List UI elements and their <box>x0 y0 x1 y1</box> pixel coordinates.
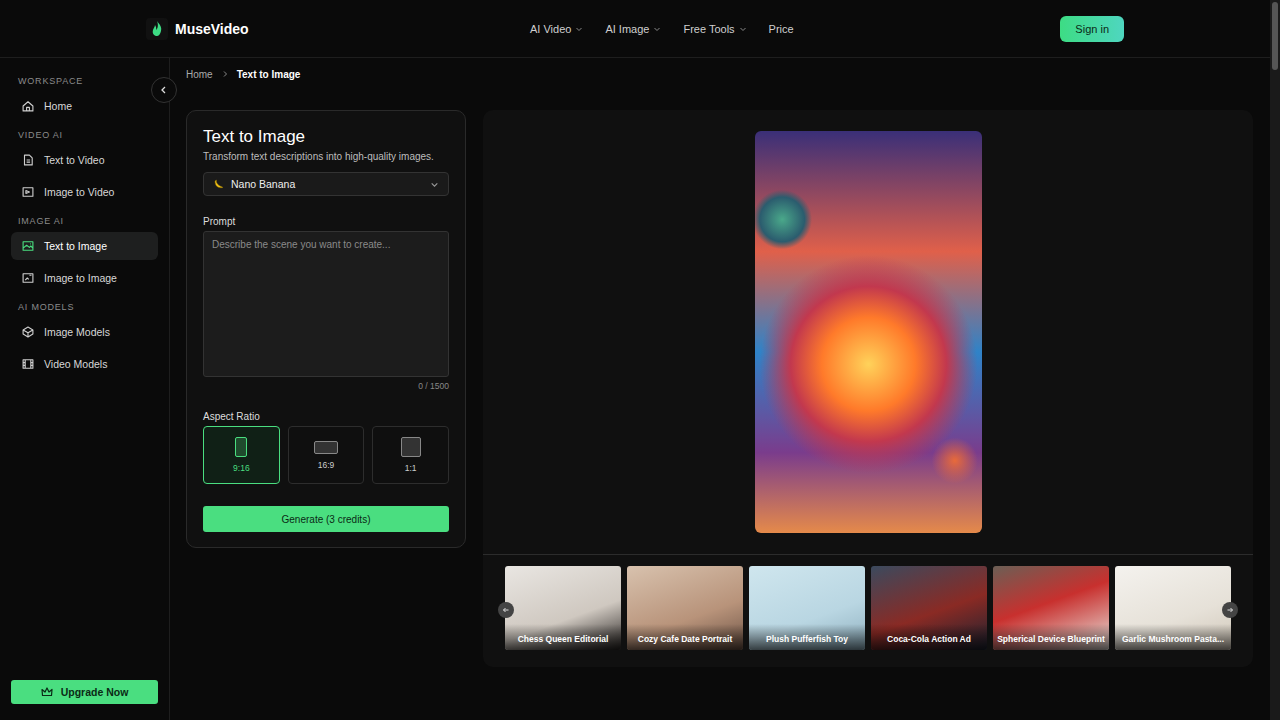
chevron-left-icon <box>159 85 169 95</box>
menu-icon <box>21 357 35 371</box>
brand-logo[interactable]: MuseVideo <box>146 18 446 40</box>
aspect-ratio-label: Aspect Ratio <box>203 411 449 422</box>
generator-form: Text to Image Transform text descriptions… <box>186 110 466 548</box>
section-title: WORKSPACE <box>11 76 158 86</box>
preview-image-area <box>483 131 1253 533</box>
preview-panel: Chess Queen EditorialCozy Cafe Date Port… <box>483 110 1253 667</box>
banana-icon <box>213 178 225 190</box>
aspect-ratio-option[interactable]: 9:16 <box>203 426 280 484</box>
ratio-shape-icon <box>314 441 338 454</box>
example-label: Spherical Device Blueprint <box>993 624 1109 650</box>
nav-item[interactable]: AI Video <box>530 23 583 35</box>
chevron-down-icon <box>653 25 661 33</box>
menu-icon <box>21 325 35 339</box>
page: MuseVideo AI Video AI Image Free Tools Price… <box>0 0 1270 720</box>
example-card[interactable]: Garlic Mushroom Pasta... <box>1115 566 1231 650</box>
sidebar-item[interactable]: Text to Video <box>11 146 158 174</box>
chevron-right-icon <box>221 70 229 78</box>
main-area: Home Text to Image Text to Image Transform … <box>170 58 1270 720</box>
example-card[interactable]: Coca-Cola Action Ad <box>871 566 987 650</box>
menu-icon <box>21 185 35 199</box>
sidebar-item[interactable]: Home <box>11 92 158 120</box>
sidebar-item[interactable]: Image to Video <box>11 178 158 206</box>
sidebar-section: AI MODELS Image Models Video Models <box>11 302 158 382</box>
model-select[interactable]: Nano Banana <box>203 172 449 196</box>
example-card[interactable]: Spherical Device Blueprint <box>993 566 1109 650</box>
sidebar-item[interactable]: Video Models <box>11 350 158 378</box>
menu-icon <box>21 153 35 167</box>
sidebar-item[interactable]: Image Models <box>11 318 158 346</box>
breadcrumb: Home Text to Image <box>186 66 1253 82</box>
sidebar-item[interactable]: Text to Image <box>11 232 158 260</box>
aspect-ratio-options: 9:1616:91:1 <box>203 426 449 484</box>
example-card[interactable]: Cozy Cafe Date Portrait <box>627 566 743 650</box>
crown-icon <box>41 686 53 698</box>
breadcrumb-item[interactable]: Home <box>186 69 213 80</box>
nav-item[interactable]: AI Image <box>605 23 661 35</box>
nav-item[interactable]: Price <box>769 23 794 35</box>
prompt-input[interactable] <box>203 231 449 377</box>
next-button[interactable] <box>1222 602 1238 618</box>
section-title: IMAGE AI <box>11 216 158 226</box>
menu-icon <box>21 271 35 285</box>
preview-image <box>755 131 982 533</box>
menu-icon <box>21 239 35 253</box>
workspace: WORKSPACE Home VIDEO AI Text to Video Image … <box>0 58 1270 720</box>
sidebar-item[interactable]: Image to Image <box>11 264 158 292</box>
scroll-thumb[interactable] <box>1272 2 1278 70</box>
sidebar-section: IMAGE AI Text to Image Image to Image <box>11 216 158 296</box>
chevron-down-icon <box>575 25 583 33</box>
section-title: VIDEO AI <box>11 130 158 140</box>
aspect-ratio-option[interactable]: 1:1 <box>372 426 449 484</box>
form-subtitle: Transform text descriptions into high-qu… <box>203 151 449 162</box>
main-nav: AI Video AI Image Free Tools Price <box>446 23 1060 35</box>
breadcrumb-item: Text to Image <box>237 69 301 80</box>
chevron-down-icon <box>739 25 747 33</box>
aspect-ratio-option[interactable]: 16:9 <box>288 426 365 484</box>
section-title: AI MODELS <box>11 302 158 312</box>
arrow-left-icon <box>502 606 510 614</box>
example-card[interactable]: Plush Pufferfish Toy <box>749 566 865 650</box>
brand-name: MuseVideo <box>175 21 249 37</box>
generate-button[interactable]: Generate (3 credits) <box>203 506 449 532</box>
nav-item[interactable]: Free Tools <box>683 23 746 35</box>
prev-button[interactable] <box>498 602 514 618</box>
example-gallery: Chess Queen EditorialCozy Cafe Date Port… <box>483 566 1253 650</box>
form-title: Text to Image <box>203 127 449 147</box>
sign-in-button[interactable]: Sign in <box>1060 16 1124 42</box>
example-label: Coca-Cola Action Ad <box>871 624 987 650</box>
menu-icon <box>21 99 35 113</box>
panels: Text to Image Transform text descriptions… <box>186 110 1253 667</box>
flame-icon <box>146 18 168 40</box>
sidebar-section: WORKSPACE Home <box>11 76 158 124</box>
upgrade-button[interactable]: Upgrade Now <box>11 680 158 704</box>
sidebar-section: VIDEO AI Text to Video Image to Video <box>11 130 158 210</box>
collapse-button[interactable] <box>151 77 177 103</box>
divider <box>483 554 1253 555</box>
app: MuseVideo AI Video AI Image Free Tools Price… <box>0 0 1280 720</box>
ratio-shape-icon <box>235 437 247 457</box>
example-card[interactable]: Chess Queen Editorial <box>505 566 621 650</box>
scrollbar[interactable] <box>1270 0 1280 720</box>
example-label: Plush Pufferfish Toy <box>749 624 865 650</box>
char-counter: 0 / 1500 <box>203 381 449 391</box>
example-label: Cozy Cafe Date Portrait <box>627 624 743 650</box>
top-bar: MuseVideo AI Video AI Image Free Tools Price… <box>0 0 1270 58</box>
ratio-shape-icon <box>401 437 421 457</box>
example-label: Garlic Mushroom Pasta... <box>1115 624 1231 650</box>
example-label: Chess Queen Editorial <box>505 624 621 650</box>
prompt-label: Prompt <box>203 216 449 227</box>
arrow-right-icon <box>1226 606 1234 614</box>
chevron-down-icon <box>430 180 439 189</box>
sidebar: WORKSPACE Home VIDEO AI Text to Video Image … <box>0 58 170 720</box>
